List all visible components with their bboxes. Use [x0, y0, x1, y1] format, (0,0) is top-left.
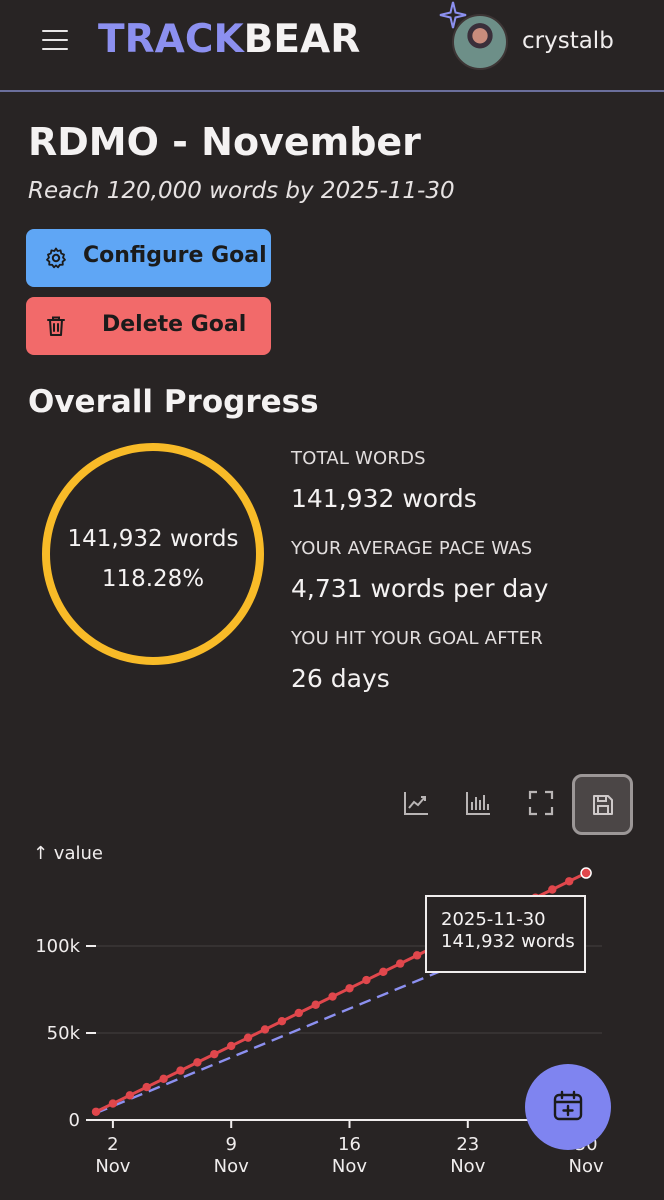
- data-point[interactable]: [580, 867, 592, 879]
- average-pace-label: YOUR AVERAGE PACE WAS: [291, 538, 533, 559]
- page-title: RDMO - November: [28, 120, 421, 164]
- total-words-value: 141,932 words: [291, 484, 477, 513]
- gear-icon: [46, 247, 66, 269]
- logo-track-text: TRACK: [98, 17, 244, 62]
- save-chart-button[interactable]: [572, 774, 633, 835]
- y-tick-label: 0: [69, 1110, 80, 1131]
- configure-goal-label: Configure Goal: [83, 243, 267, 268]
- data-point[interactable]: [548, 885, 557, 894]
- data-point[interactable]: [277, 1017, 287, 1026]
- x-tick-month: Nov: [95, 1156, 130, 1177]
- data-point[interactable]: [159, 1074, 168, 1084]
- x-tick-month: Nov: [569, 1156, 604, 1177]
- delete-goal-label: Delete Goal: [102, 312, 247, 337]
- total-words-label: TOTAL WORDS: [291, 448, 426, 469]
- delete-goal-button[interactable]: Delete Goal: [26, 297, 271, 355]
- x-tick-label: 2: [107, 1134, 118, 1155]
- data-point[interactable]: [91, 1107, 101, 1116]
- trash-icon: [47, 316, 65, 336]
- add-progress-button[interactable]: [525, 1064, 611, 1150]
- data-point[interactable]: [193, 1058, 202, 1067]
- x-tick-label: 16: [338, 1134, 361, 1155]
- data-point[interactable]: [243, 1033, 253, 1042]
- overall-progress-heading: Overall Progress: [28, 384, 319, 420]
- data-point[interactable]: [108, 1099, 118, 1108]
- y-tick-label: 100k: [35, 936, 80, 957]
- logo-bear-text: BEAR: [243, 17, 361, 62]
- menu-icon[interactable]: [42, 30, 68, 52]
- save-icon: [593, 795, 613, 815]
- data-point[interactable]: [142, 1082, 151, 1092]
- data-point[interactable]: [210, 1049, 219, 1059]
- ring-percent: 118.28%: [101, 566, 205, 592]
- data-point[interactable]: [565, 877, 574, 886]
- data-point[interactable]: [412, 951, 422, 960]
- data-point[interactable]: [176, 1066, 185, 1075]
- data-point[interactable]: [396, 959, 405, 968]
- configure-goal-button[interactable]: Configure Goal: [26, 229, 271, 287]
- username[interactable]: crystalb: [522, 28, 614, 54]
- tooltip-value: 141,932 words: [441, 931, 575, 952]
- average-pace-value: 4,731 words per day: [291, 574, 549, 603]
- avatar[interactable]: [452, 14, 508, 70]
- data-point[interactable]: [294, 1008, 303, 1018]
- ring-words: 141,932 words: [67, 526, 239, 552]
- trackbear-logo[interactable]: TRACKBEAR: [98, 17, 360, 62]
- bar-chart-icon[interactable]: [463, 788, 493, 818]
- top-bar: TRACKBEAR crystalb: [0, 0, 664, 92]
- x-tick-month: Nov: [214, 1156, 249, 1177]
- data-point[interactable]: [362, 975, 371, 985]
- line-chart-icon[interactable]: [401, 788, 431, 818]
- chart-tooltip: 2025-11-30 141,932 words: [425, 895, 586, 973]
- y-axis-label: ↑ value: [33, 843, 103, 864]
- data-point[interactable]: [345, 984, 354, 993]
- x-tick-label: 9: [225, 1134, 236, 1155]
- y-tick-label: 50k: [47, 1023, 81, 1044]
- data-point[interactable]: [125, 1091, 134, 1100]
- data-point[interactable]: [227, 1041, 236, 1051]
- goal-hit-value: 26 days: [291, 664, 390, 693]
- data-point[interactable]: [311, 1000, 320, 1009]
- x-tick-label: 23: [456, 1134, 479, 1155]
- goal-hit-label: YOU HIT YOUR GOAL AFTER: [291, 628, 543, 649]
- data-point[interactable]: [379, 967, 388, 977]
- goal-description: Reach 120,000 words by 2025-11-30: [28, 178, 455, 204]
- data-point[interactable]: [328, 992, 337, 1001]
- x-tick-month: Nov: [332, 1156, 367, 1177]
- data-point[interactable]: [260, 1025, 270, 1034]
- calendar-plus-icon: [553, 1090, 583, 1121]
- progress-ring: 141,932 words 118.28%: [42, 443, 264, 665]
- fullscreen-icon[interactable]: [526, 788, 556, 818]
- x-tick-month: Nov: [450, 1156, 485, 1177]
- tooltip-date: 2025-11-30: [441, 909, 546, 930]
